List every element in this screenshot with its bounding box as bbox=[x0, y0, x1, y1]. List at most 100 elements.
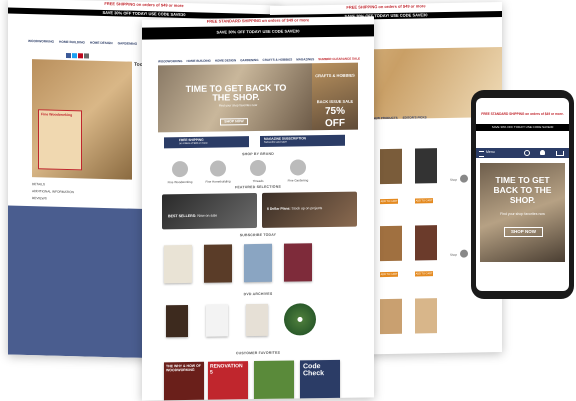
chevron-right-icon[interactable] bbox=[460, 174, 468, 183]
phone-hero-subtitle: Find your shop favorites now bbox=[500, 212, 545, 216]
phone-mockup: FREE STANDARD SHIPPING on orders of $49 … bbox=[471, 90, 574, 299]
logo-area bbox=[240, 40, 276, 49]
tab-new-products[interactable]: NEW PRODUCTS bbox=[373, 116, 398, 120]
nav-woodworking[interactable]: WOODWORKING bbox=[28, 39, 54, 44]
dollar-plans-label: $ Dollar Plans: bbox=[267, 206, 291, 211]
menu-label[interactable]: Menu bbox=[486, 150, 495, 154]
tab-editors-picks[interactable]: EDITOR'S PICKS bbox=[403, 115, 427, 119]
shop-now-button[interactable]: SHOP NOW bbox=[220, 118, 248, 126]
social-icons bbox=[66, 52, 89, 59]
nav-gardening[interactable]: GARDENING bbox=[118, 41, 137, 46]
brand-label: Fine Woodworking bbox=[167, 179, 193, 185]
archive-dvd[interactable] bbox=[284, 303, 316, 336]
shop-link[interactable]: Shop bbox=[450, 178, 457, 182]
cart-icon[interactable] bbox=[556, 151, 564, 156]
nav-woodworking[interactable]: WOODWORKING bbox=[158, 59, 183, 63]
magazine-cover[interactable] bbox=[164, 244, 192, 284]
best-sellers-text: BEST SELLERS: Now on sale bbox=[168, 214, 217, 219]
product-thumb[interactable] bbox=[380, 148, 402, 185]
archive-book[interactable] bbox=[246, 303, 268, 337]
product-thumb[interactable] bbox=[380, 225, 402, 262]
cover-title: Fine Woodworking bbox=[41, 112, 73, 118]
customer-favorites-heading: CUSTOMER FAVORITES bbox=[235, 350, 281, 356]
side-promo-discount: 75% OFF bbox=[312, 105, 358, 130]
brand-circle-gardening[interactable] bbox=[290, 159, 306, 176]
phone-hero-title: TIME TO GET BACK TO THE SHOP. bbox=[493, 175, 552, 205]
account-icon[interactable] bbox=[540, 150, 545, 155]
add-to-cart-button[interactable]: ADD TO CART bbox=[380, 198, 398, 205]
email-icon[interactable] bbox=[84, 53, 89, 59]
brand-label: Fine Homebuilding bbox=[205, 179, 231, 184]
shop-by-brand-heading: SHOP BY BRAND bbox=[242, 151, 274, 157]
nav-magazines[interactable]: MAGAZINES bbox=[296, 57, 314, 61]
nav-summer-sale[interactable]: SUMMER CLEARANCE SALE bbox=[318, 57, 360, 62]
product-thumb[interactable] bbox=[415, 298, 437, 334]
phone-free-shipping: FREE STANDARD SHIPPING on orders of $49 … bbox=[481, 112, 564, 116]
nav-home-building[interactable]: HOME BUILDING bbox=[59, 40, 85, 45]
archives-heading: DVD ARCHIVES bbox=[243, 291, 273, 297]
phone-shop-now-button[interactable]: SHOP NOW bbox=[504, 227, 543, 237]
phone-promo-bar: SAVE 30% OFF TODAY! USE CODE SAVE30 bbox=[476, 124, 569, 131]
product-cover: Fine Woodworking bbox=[38, 109, 82, 171]
favorite-title: THE WHY & HOW OF WOODWORKING bbox=[166, 363, 201, 373]
favorite-book[interactable]: THE WHY & HOW OF WOODWORKING bbox=[164, 361, 204, 401]
archive-book[interactable] bbox=[166, 304, 188, 338]
hero-title: TIME TO GET BACK TO THE SHOP. bbox=[185, 82, 287, 103]
nav-crafts-hobbies[interactable]: CRAFTS & HOBBIES bbox=[263, 58, 293, 62]
phone-screen: FREE STANDARD SHIPPING on orders of $49 … bbox=[476, 98, 569, 291]
best-sellers-sub: Now on sale bbox=[197, 213, 218, 218]
reviews-section[interactable]: REVIEWS bbox=[32, 196, 47, 200]
favorite-book[interactable]: RENOVATION 5 bbox=[208, 361, 248, 401]
brand-circle-homebuilding[interactable] bbox=[210, 160, 226, 177]
twitter-icon[interactable] bbox=[72, 53, 77, 59]
search-icon[interactable] bbox=[524, 150, 530, 156]
add-to-cart-button[interactable]: ADD TO CART bbox=[380, 271, 398, 278]
add-to-cart-button[interactable]: ADD TO CART bbox=[415, 271, 433, 277]
nav-home-building[interactable]: HOME BUILDING bbox=[187, 59, 211, 63]
shop-link[interactable]: Shop bbox=[450, 253, 457, 257]
archive-book[interactable] bbox=[206, 304, 228, 337]
product-thumb[interactable] bbox=[415, 148, 437, 184]
nav-home-design[interactable]: HOME DESIGN bbox=[215, 58, 236, 62]
center-promo-bar: SAVE 30% OFF TODAY! USE CODE SAVE30 bbox=[142, 24, 374, 40]
subscription-banner[interactable]: MAGAZINE SUBSCRIPTION Subscribe and save bbox=[260, 134, 345, 147]
hero-subtitle: Find your shop favorites now bbox=[218, 103, 258, 108]
add-to-cart-button[interactable]: ADD TO CART bbox=[415, 198, 433, 204]
magazine-cover[interactable] bbox=[244, 243, 272, 283]
nav-home-design[interactable]: HOME DESIGN bbox=[90, 41, 113, 46]
side-promo[interactable]: CRAFTS & HOBBIES BACK ISSUE SALE 75% OFF bbox=[312, 62, 358, 131]
home-page: FREE STANDARD SHIPPING on orders of $49 … bbox=[142, 16, 374, 401]
hero-banner: TIME TO GET BACK TO THE SHOP. Find your … bbox=[158, 63, 312, 133]
phone-hero: TIME TO GET BACK TO THE SHOP. Find your … bbox=[480, 163, 565, 262]
favorite-book[interactable]: Code Check bbox=[300, 359, 340, 401]
pinterest-icon[interactable] bbox=[78, 53, 83, 59]
favorite-title: RENOVATION 5 bbox=[210, 363, 243, 376]
dollar-plans-text: $ Dollar Plans: Stock up on projects bbox=[267, 206, 347, 211]
phone-header: Menu bbox=[476, 148, 569, 158]
featured-dollar-plans[interactable]: $ Dollar Plans: Stock up on projects bbox=[262, 191, 357, 228]
magazine-cover[interactable] bbox=[284, 243, 312, 282]
brand-label: Fine Gardening bbox=[287, 178, 309, 183]
brand-circle-threads[interactable] bbox=[250, 159, 266, 177]
facebook-icon[interactable] bbox=[66, 52, 71, 59]
menu-icon[interactable] bbox=[479, 151, 484, 157]
side-promo-pct: 75% bbox=[324, 105, 345, 118]
left-nav: WOODWORKING HOME BUILDING HOME DESIGN GA… bbox=[28, 39, 137, 46]
side-promo-label: BACK ISSUE SALE bbox=[316, 98, 354, 105]
chevron-right-icon[interactable] bbox=[460, 249, 468, 258]
free-shipping-banner-sub: on orders of $49 or more bbox=[179, 141, 208, 146]
nav-gardening[interactable]: GARDENING bbox=[240, 58, 258, 62]
featured-best-sellers[interactable]: BEST SELLERS: Now on sale bbox=[162, 193, 257, 230]
brand-circle-woodworking[interactable] bbox=[172, 160, 188, 178]
dollar-plans-sub: Stock up on projects bbox=[291, 206, 323, 211]
favorite-book[interactable] bbox=[254, 360, 294, 401]
product-thumb[interactable] bbox=[380, 298, 402, 335]
best-sellers-label: BEST SELLERS: bbox=[168, 213, 197, 219]
free-shipping-banner[interactable]: FREE SHIPPING on orders of $49 or more bbox=[164, 136, 249, 149]
magazine-cover[interactable] bbox=[204, 244, 232, 283]
details-section[interactable]: DETAILS bbox=[32, 182, 45, 186]
additional-info-section[interactable]: ADDITIONAL INFORMATION bbox=[32, 189, 74, 194]
side-promo-top: CRAFTS & HOBBIES bbox=[315, 72, 355, 79]
subscription-banner-sub: Subscribe and save bbox=[264, 140, 287, 144]
product-thumb[interactable] bbox=[415, 225, 437, 261]
